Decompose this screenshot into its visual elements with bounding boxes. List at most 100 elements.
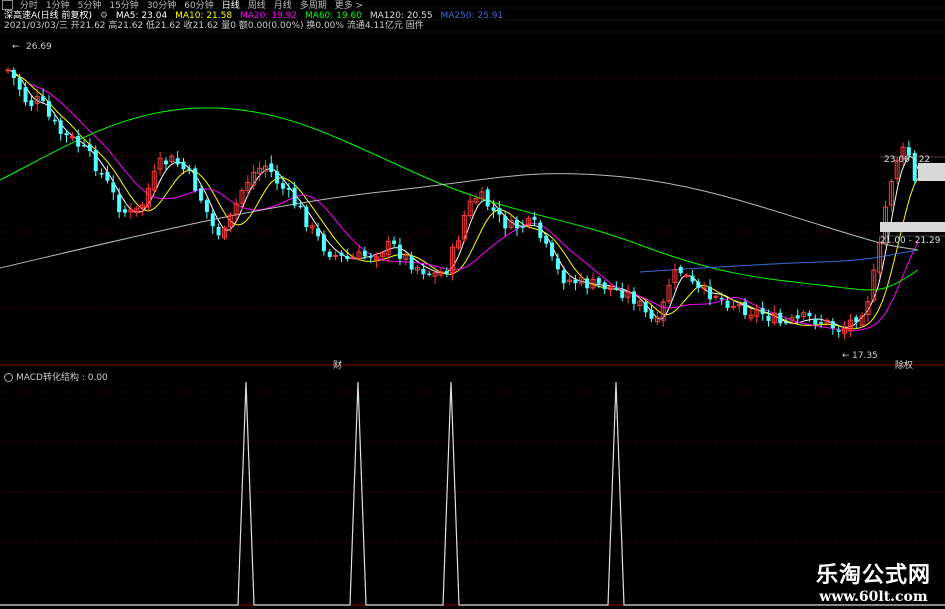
rights-marker[interactable]: 除权 <box>895 359 913 371</box>
tab-8[interactable]: 月线 <box>274 1 292 12</box>
tab-3[interactable]: 15分钟 <box>109 1 138 12</box>
candle-body-20 <box>123 209 127 213</box>
candle-body-118 <box>696 281 701 288</box>
candle-body-49 <box>292 187 297 206</box>
candle-body-99 <box>585 278 590 289</box>
tab-6[interactable]: 日线 <box>222 1 240 12</box>
right-price-box-mid <box>880 222 945 232</box>
candle-body-145 <box>854 317 859 323</box>
candle-body-6 <box>41 96 46 101</box>
tab-7[interactable]: 周线 <box>248 1 266 12</box>
candle-body-104 <box>614 288 619 290</box>
ma5-value: MA5: 23.04 <box>115 11 168 21</box>
candle-body-142 <box>836 330 841 332</box>
financial-marker[interactable]: 财 <box>333 359 342 371</box>
candle-body-135 <box>795 315 800 319</box>
candle-body-137 <box>807 312 812 317</box>
right-price-box-top <box>918 163 945 181</box>
candlestick-chart[interactable]: 26.69 ← 17.35 ← 23.06 - 22 21.00 - 21.29… <box>0 0 945 609</box>
candle-body-29 <box>175 158 180 165</box>
candle-body-122 <box>719 297 724 300</box>
candle-body-58 <box>345 256 350 260</box>
candle-body-125 <box>736 304 742 307</box>
candle-body-110 <box>649 309 654 319</box>
chart-grid <box>0 7 945 606</box>
candle-body-1 <box>11 69 16 78</box>
high-arrow: ← <box>12 42 20 52</box>
candle-body-84 <box>497 208 502 215</box>
candle-body-109 <box>643 301 648 313</box>
candle-body-101 <box>596 278 601 284</box>
period-toolbar: 分时 1分钟 5分钟 15分钟 30分钟 60分钟 日线 周线 月线 多周期 更多 > <box>0 0 945 11</box>
candle-body-31 <box>187 168 192 171</box>
candle-body-12 <box>76 136 81 147</box>
candle-body-47 <box>280 183 285 189</box>
candle-body-66 <box>392 240 397 244</box>
candle-body-34 <box>204 200 209 212</box>
candle-body-27 <box>163 160 168 165</box>
candle-body-50 <box>298 205 303 208</box>
candle-body-48 <box>286 187 291 190</box>
watermark-title: 乐淘公式网 <box>815 563 931 588</box>
tab-4[interactable]: 30分钟 <box>147 1 176 12</box>
candle-body-71 <box>421 268 426 275</box>
ma120-value: MA120: 20.55 <box>369 11 433 21</box>
candle-body-124 <box>730 305 736 308</box>
bar-info: 2021/03/03/三 开21.62 高21.62 低21.62 收21.62… <box>4 21 424 31</box>
ma250-value: MA250: 25.91 <box>440 11 504 21</box>
candle-body-119 <box>701 287 707 290</box>
candle-body-93 <box>550 242 555 257</box>
candle-body-18 <box>111 182 116 193</box>
candle-body-132 <box>778 312 783 324</box>
tab-10[interactable]: 更多 > <box>335 1 363 12</box>
candle-body-57 <box>339 252 344 256</box>
tab-0[interactable]: 分时 <box>20 1 38 12</box>
candle-body-115 <box>678 267 683 274</box>
candle-body-67 <box>397 244 402 259</box>
candles <box>5 67 917 340</box>
candle-body-102 <box>602 282 607 290</box>
candle-body-8 <box>52 119 57 122</box>
candle-body-75 <box>444 270 449 274</box>
indicator-spikes <box>0 381 945 606</box>
candle-body-15 <box>93 149 98 172</box>
watermark: 乐淘公式网 www.60lt.com <box>816 557 931 605</box>
tab-2[interactable]: 5分钟 <box>78 1 102 12</box>
candle-body-105 <box>620 290 625 298</box>
tab-9[interactable]: 多周期 <box>300 1 327 12</box>
candle-body-59 <box>350 256 356 259</box>
candle-body-11 <box>69 136 75 139</box>
indicator-settings-icon[interactable] <box>4 373 13 382</box>
candle-body-121 <box>713 295 719 298</box>
candle-body-51 <box>304 206 309 228</box>
toggle-icon[interactable] <box>2 0 13 10</box>
candle-body-139 <box>819 322 824 324</box>
candle-body-91 <box>538 222 543 239</box>
candle-body-56 <box>333 254 339 257</box>
moving-average-lines <box>0 70 919 332</box>
candle-body-138 <box>813 318 818 325</box>
candle-body-10 <box>64 133 69 136</box>
candle-body-87 <box>514 219 519 229</box>
indicator-name: MACD转化结构 : 0.00 <box>16 373 108 383</box>
ma10-value: MA10: 21.58 <box>175 11 233 21</box>
settings-icon[interactable]: ⚙ <box>100 11 108 21</box>
candle-body-116 <box>684 274 690 277</box>
candle-body-2 <box>17 77 22 90</box>
candle-body-82 <box>485 189 490 207</box>
low-arrow: ← <box>842 351 850 361</box>
candle-body-72 <box>427 273 432 276</box>
candle-body-32 <box>193 168 198 191</box>
stock-name[interactable]: 深高速A(日线 前复权) <box>4 11 92 21</box>
ma60-line <box>0 107 919 291</box>
tab-5[interactable]: 60分钟 <box>184 1 213 12</box>
tab-1[interactable]: 1分钟 <box>46 1 70 12</box>
candle-body-3 <box>23 87 28 103</box>
candle-body-45 <box>269 163 274 173</box>
candle-body-30 <box>181 161 186 170</box>
high-price-label: 26.69 <box>26 42 52 52</box>
candle-body-14 <box>87 144 92 152</box>
candle-body-0 <box>5 69 11 72</box>
candle-body-83 <box>491 207 496 211</box>
candle-body-13 <box>82 144 87 147</box>
